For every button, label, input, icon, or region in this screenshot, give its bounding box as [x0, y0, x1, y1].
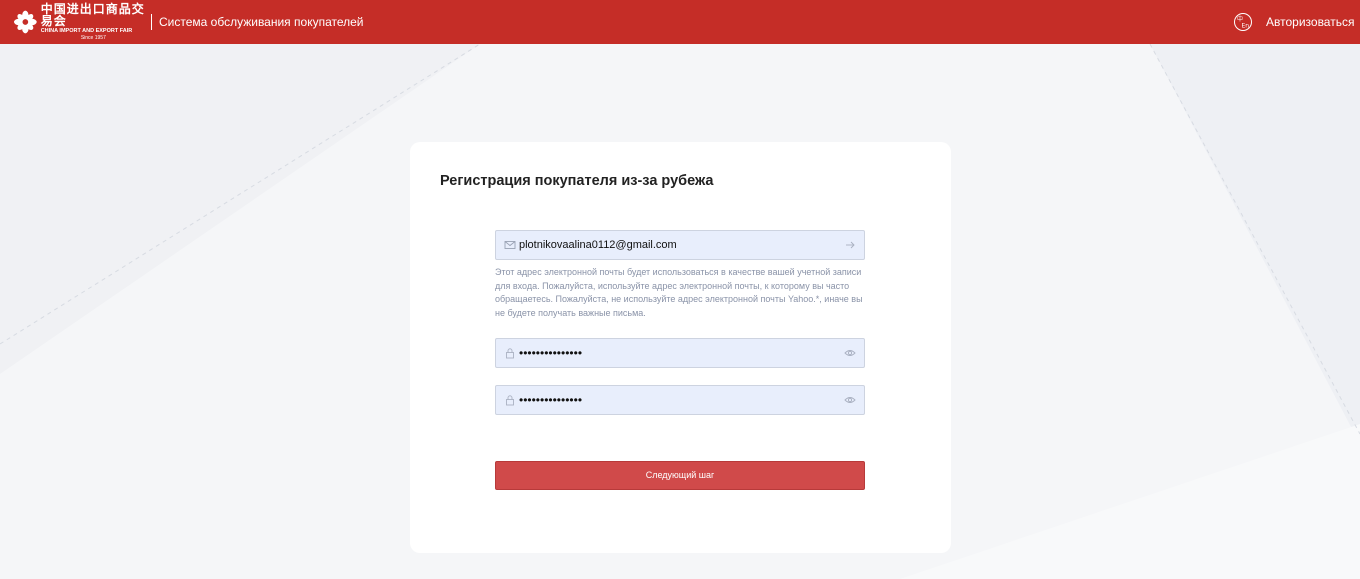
- system-title: Система обслуживания покупателей: [159, 15, 364, 29]
- page-title: Регистрация покупателя из-за рубежа: [440, 173, 714, 189]
- confirm-password-field[interactable]: [495, 385, 865, 415]
- next-step-button[interactable]: Следующий шаг: [495, 461, 865, 490]
- logo-since-text: Since 1957: [80, 34, 106, 41]
- password-input[interactable]: [519, 339, 839, 367]
- logo-cn-text: 中国进出口商品交易会: [40, 2, 145, 29]
- canton-fair-logo[interactable]: 中国进出口商品交易会 CHINA IMPORT AND EXPORT FAIR …: [14, 3, 146, 40]
- email-input[interactable]: [519, 231, 839, 259]
- top-header-bar: 中国进出口商品交易会 CHINA IMPORT AND EXPORT FAIR …: [0, 0, 1360, 44]
- logo-en-text: CHINA IMPORT AND EXPORT FAIR: [40, 28, 133, 35]
- email-hint-text: Этот адрес электронной почты будет испол…: [495, 267, 863, 318]
- registration-card: Регистрация покупателя из-за рубежа Этот…: [410, 142, 951, 553]
- canton-fair-flower-icon: [14, 10, 37, 34]
- eye-icon[interactable]: [844, 347, 856, 359]
- svg-text:En: En: [1242, 23, 1250, 30]
- header-divider: [151, 14, 152, 30]
- cn-en-language-switch-icon[interactable]: 中 En: [1233, 12, 1253, 32]
- lock-icon: [506, 395, 514, 406]
- password-field[interactable]: [495, 338, 865, 368]
- lock-icon: [506, 348, 514, 359]
- eye-icon[interactable]: [844, 394, 856, 406]
- email-field[interactable]: [495, 230, 865, 260]
- confirm-password-input[interactable]: [519, 386, 839, 414]
- mail-icon: [504, 241, 516, 249]
- login-link[interactable]: Авторизоваться: [1266, 15, 1354, 29]
- arrow-right-icon[interactable]: [844, 239, 856, 251]
